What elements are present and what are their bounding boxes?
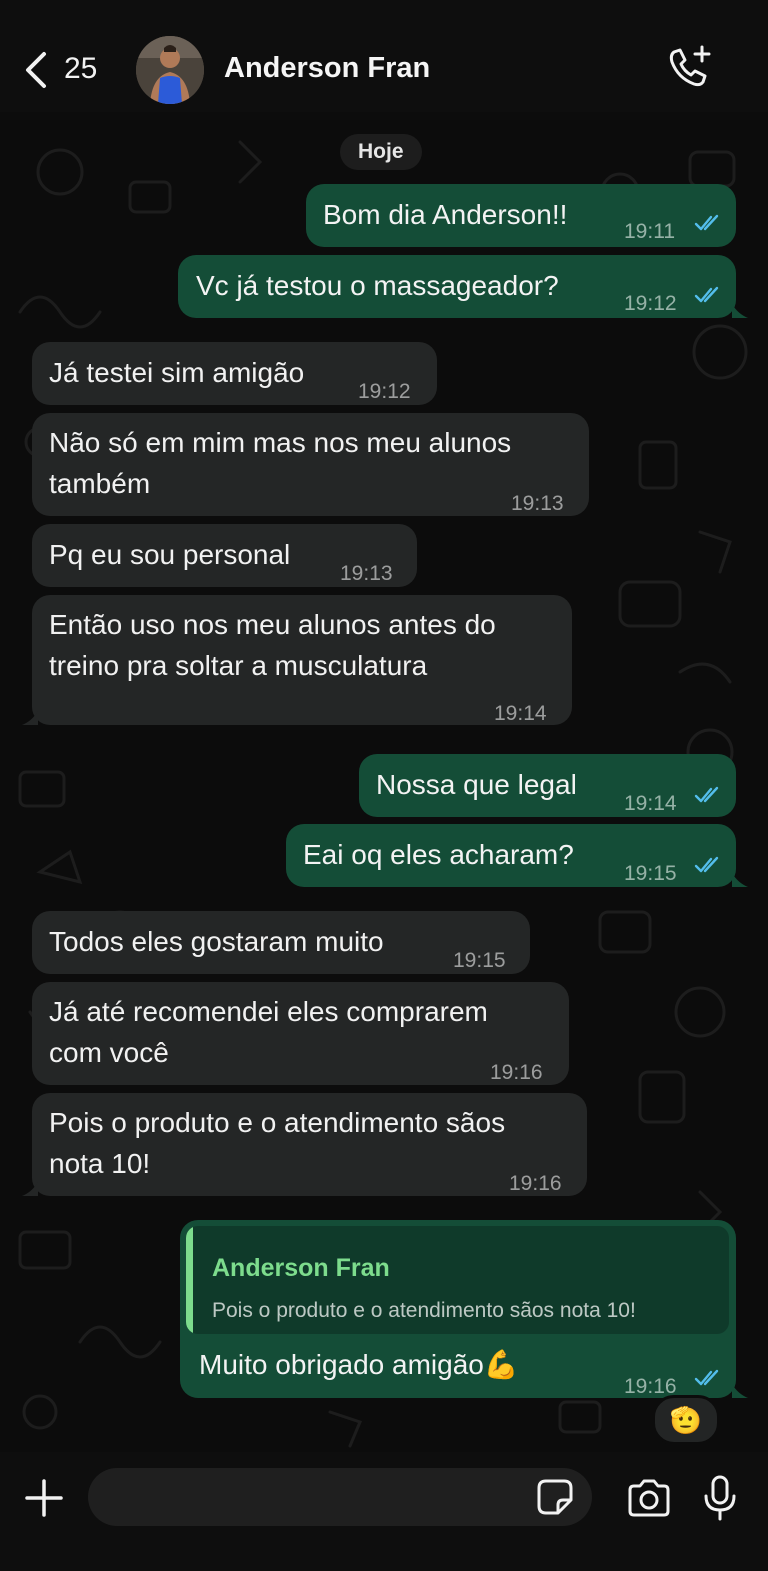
back-unread-count[interactable]: 25 [64, 52, 97, 86]
message-text: Então uso nos meu alunos antes do treino… [49, 609, 496, 681]
message-text: Pq eu sou personal [49, 539, 291, 570]
message-reaction[interactable]: 🫡 [652, 1395, 720, 1445]
message-text: Eai oq eles acharam? [303, 839, 574, 870]
phone-add-icon[interactable] [664, 44, 712, 92]
message-bubble-out-reply[interactable]: Anderson Fran Pois o produto e o atendim… [180, 1220, 736, 1398]
message-text: Muito obrigado amigão💪 [199, 1349, 519, 1380]
message-bubble-in[interactable]: Já testei sim amigão 19:12 [32, 342, 437, 405]
message-time: 19:11 [624, 220, 675, 243]
message-text: Nossa que legal [376, 769, 577, 800]
message-time: 19:14 [624, 792, 677, 815]
sticker-icon[interactable] [536, 1478, 574, 1516]
message-time: 19:12 [358, 380, 411, 403]
message-text: Já até recomendei eles comprarem com voc… [49, 996, 488, 1068]
camera-icon[interactable] [626, 1478, 672, 1518]
chevron-left-icon[interactable] [22, 50, 50, 90]
message-time: 19:14 [494, 702, 547, 725]
message-bubble-in[interactable]: Não só em mim mas nos meu alunos também … [32, 413, 589, 516]
message-bubble-out[interactable]: Nossa que legal 19:14 [359, 754, 736, 817]
chat-header: 25 Anderson Fran [0, 0, 768, 112]
read-receipt-icon [694, 1369, 719, 1386]
message-text: Não só em mim mas nos meu alunos também [49, 427, 512, 499]
message-bubble-out[interactable]: Vc já testou o massageador? 19:12 [178, 255, 736, 318]
message-bubble-out[interactable]: Bom dia Anderson!! 19:11 [306, 184, 736, 247]
message-time: 19:16 [509, 1172, 562, 1195]
message-bubble-in[interactable]: Pq eu sou personal 19:13 [32, 524, 417, 587]
bubble-tail [22, 711, 38, 725]
bubble-tail [732, 873, 748, 887]
message-time: 19:13 [511, 492, 564, 515]
date-separator: Hoje [340, 134, 422, 170]
message-time: 19:13 [340, 562, 393, 585]
message-text: Já testei sim amigão [49, 357, 305, 388]
message-bubble-in[interactable]: Todos eles gostaram muito 19:15 [32, 911, 530, 974]
message-bubble-in[interactable]: Então uso nos meu alunos antes do treino… [32, 595, 572, 725]
quoted-text: Pois o produto e o atendimento sãos nota… [212, 1299, 636, 1322]
plus-icon[interactable] [24, 1478, 64, 1518]
bubble-tail [732, 1384, 748, 1398]
message-time: 19:15 [624, 862, 677, 885]
message-text: Pois o produto e o atendimento sãos nota… [49, 1107, 506, 1179]
message-bubble-in[interactable]: Pois o produto e o atendimento sãos nota… [32, 1093, 587, 1196]
avatar[interactable] [136, 36, 204, 104]
message-text: Bom dia Anderson!! [323, 199, 568, 230]
message-time: 19:16 [490, 1061, 543, 1084]
bubble-tail [732, 304, 748, 318]
read-receipt-icon [694, 286, 719, 303]
message-text: Todos eles gostaram muito [49, 926, 384, 957]
message-list[interactable]: Hoje Bom dia Anderson!! 19:11 Vc já test… [0, 112, 768, 1452]
composer-bar [0, 1452, 768, 1571]
quoted-message[interactable]: Anderson Fran Pois o produto e o atendim… [186, 1226, 729, 1334]
quoted-author: Anderson Fran [212, 1254, 390, 1282]
read-receipt-icon [694, 856, 719, 873]
quote-accent-bar [186, 1226, 193, 1334]
message-time: 19:15 [453, 949, 506, 972]
message-text: Vc já testou o massageador? [196, 270, 559, 301]
message-bubble-out[interactable]: Eai oq eles acharam? 19:15 [286, 824, 736, 887]
message-input[interactable] [88, 1468, 592, 1526]
message-bubble-in[interactable]: Já até recomendei eles comprarem com voc… [32, 982, 569, 1085]
bubble-tail [22, 1182, 38, 1196]
read-receipt-icon [694, 214, 719, 231]
message-time: 19:12 [624, 292, 677, 315]
read-receipt-icon [694, 786, 719, 803]
microphone-icon[interactable] [702, 1474, 738, 1522]
contact-name[interactable]: Anderson Fran [224, 52, 430, 85]
